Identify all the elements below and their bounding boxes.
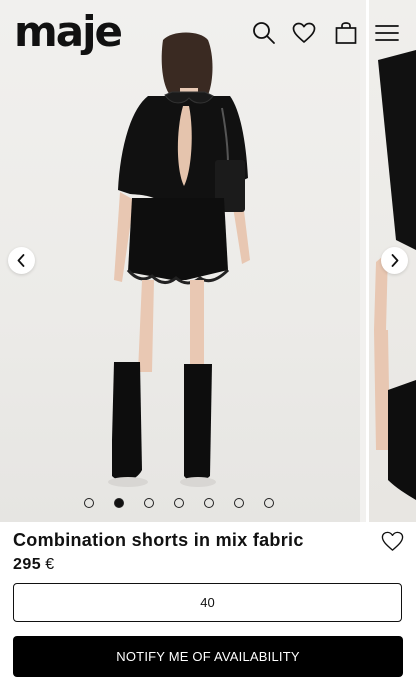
menu-icon[interactable] <box>374 20 400 46</box>
carousel-dot[interactable] <box>114 498 124 508</box>
chevron-right-icon <box>391 254 399 267</box>
carousel-dot[interactable] <box>264 498 274 508</box>
product-price: 295 € <box>13 556 55 574</box>
price-currency: € <box>45 556 55 573</box>
chevron-left-icon <box>17 254 25 267</box>
carousel-prev-button[interactable] <box>8 247 35 274</box>
notify-availability-button[interactable]: NOTIFY ME OF AVAILABILITY <box>13 636 403 677</box>
product-image-main <box>0 0 360 522</box>
carousel-dot[interactable] <box>144 498 154 508</box>
price-amount: 295 <box>13 556 42 573</box>
model-photo <box>108 32 250 487</box>
carousel-dot[interactable] <box>234 498 244 508</box>
carousel-next-button[interactable] <box>381 247 408 274</box>
carousel-dot[interactable] <box>174 498 184 508</box>
carousel-dot[interactable] <box>84 498 94 508</box>
size-selector-value: 40 <box>200 595 215 610</box>
product-image-carousel[interactable] <box>0 0 416 522</box>
site-header: maje <box>0 0 416 66</box>
product-title: Combination shorts in mix fabric <box>13 530 304 550</box>
add-to-wishlist-button[interactable] <box>380 529 405 553</box>
brand-logo[interactable]: maje <box>14 6 123 58</box>
search-icon[interactable] <box>251 20 277 46</box>
heart-outline-icon <box>381 531 404 551</box>
carousel-dot[interactable] <box>204 498 214 508</box>
size-selector[interactable]: 40 <box>13 583 402 622</box>
heart-icon[interactable] <box>291 20 317 46</box>
bag-icon[interactable] <box>333 20 359 46</box>
